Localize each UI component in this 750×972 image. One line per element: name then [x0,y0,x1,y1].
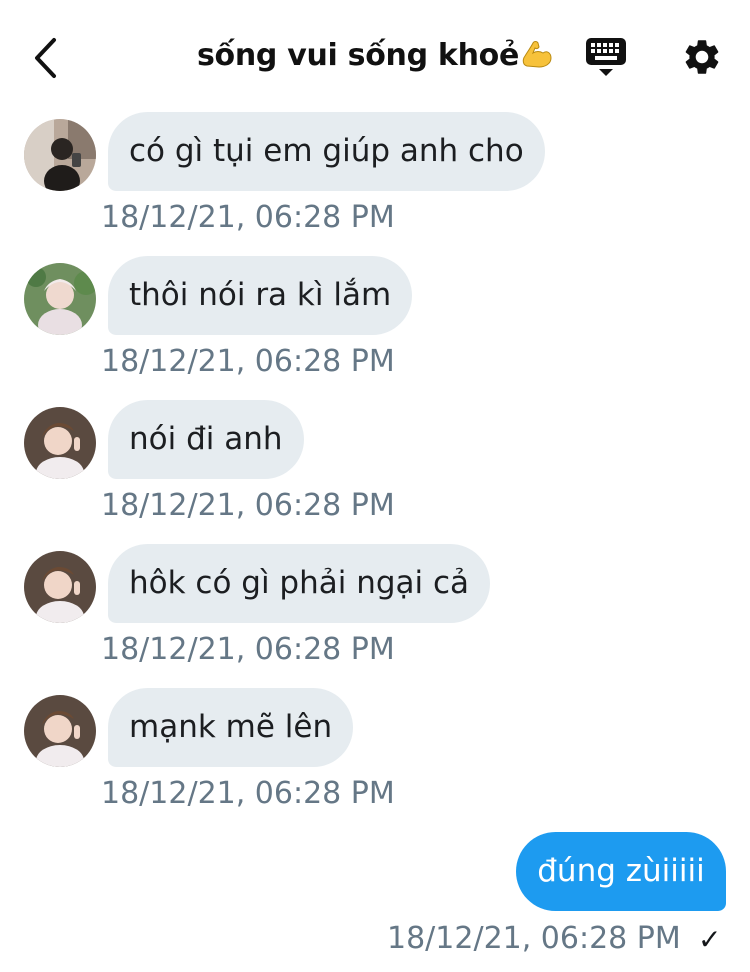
conversation-title-wrap: sống vui sống khoẻ [0,38,750,77]
message-timestamp: 18/12/21, 06:28 PM [101,200,395,235]
settings-button[interactable] [680,36,724,78]
gear-icon [685,40,719,74]
conversation-header: sống vui sống khoẻ [0,0,750,108]
flexed-biceps-emoji-icon [521,39,553,77]
message-bubble-incoming[interactable]: hôk có gì phải ngại cả [108,544,491,623]
message-timestamp: 18/12/21, 06:28 PM [101,344,395,379]
message-bubble-incoming[interactable]: thôi nói ra kì lắm [108,256,413,335]
avatar[interactable] [24,263,96,335]
message-bubble-outgoing[interactable]: đúng zùiiiii [516,832,726,911]
keyboard-icon [586,38,626,76]
message-timestamp: 18/12/21, 06:28 PM [101,776,395,811]
message-bubble-incoming[interactable]: mạnk mẽ lên [108,688,354,767]
sent-check-icon: ✓ [698,923,722,956]
avatar[interactable] [24,695,96,767]
message-timestamp: 18/12/21, 06:28 PM [101,488,395,523]
avatar[interactable] [24,551,96,623]
message-bubble-incoming[interactable]: nói đi anh [108,400,304,479]
message-bubble-incoming[interactable]: có gì tụi em giúp anh cho [108,112,545,191]
message-timestamp: 18/12/21, 06:28 PM [101,632,395,667]
conversation-title: sống vui sống khoẻ [197,38,519,73]
message-timestamp: 18/12/21, 06:28 PM [387,921,681,956]
avatar[interactable] [24,119,96,191]
keyboard-button[interactable] [584,36,628,78]
avatar[interactable] [24,407,96,479]
